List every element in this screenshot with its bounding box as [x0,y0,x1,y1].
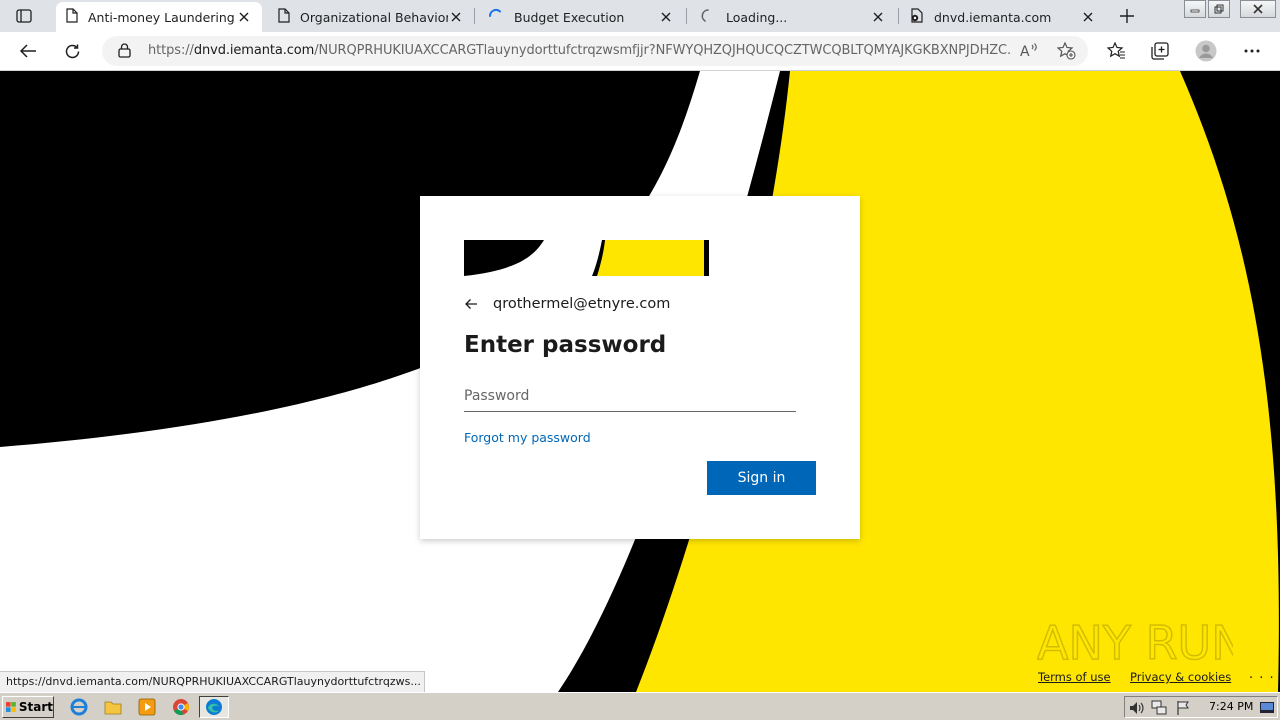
address-url: https://dnvd.iemanta.com/NURQPRHUKIUAXCC… [148,43,1010,58]
terms-of-use-link[interactable]: Terms of use [1038,670,1111,684]
svg-text:A: A [1020,44,1030,59]
tab-organizational-behavior[interactable]: Organizational Behavior [268,2,474,32]
url-host: dnvd.iemanta.com [193,43,315,58]
minimize-button[interactable] [1184,0,1206,18]
close-icon[interactable] [658,9,674,25]
tab-separator [898,8,899,24]
watermark-text: ANY RUN [1037,616,1233,669]
volume-icon[interactable] [1129,700,1145,716]
system-clock: 7:24 PM [1209,700,1254,713]
anyrun-watermark: ANY RUN [1037,615,1233,669]
identity-banner: qrothermel@etnyre.com [464,294,670,314]
tab-title: Organizational Behavior [300,9,448,25]
lock-icon[interactable] [118,43,131,62]
close-window-button[interactable] [1240,0,1276,18]
internet-explorer-icon[interactable] [68,697,90,717]
tab-strip: Anti-money Laundering Organizational Beh… [0,0,1280,32]
screen: Anti-money Laundering Organizational Beh… [0,0,1280,720]
windows-logo-icon [6,702,16,712]
privacy-cookies-link[interactable]: Privacy & cookies [1130,670,1231,684]
taskbar: Start 7:24 PM [0,692,1280,720]
sign-in-card: qrothermel@etnyre.com Enter password For… [420,196,860,539]
url-scheme: https:// [148,43,194,58]
tab-anti-money-laundering[interactable]: Anti-money Laundering [56,2,262,32]
read-aloud-icon[interactable]: A [1020,42,1040,63]
tab-title: Budget Execution [514,9,625,25]
loading-spinner-icon [700,8,716,27]
action-center-flag-icon[interactable] [1175,700,1191,716]
media-player-icon[interactable] [136,697,158,717]
tab-dnvd-iemanta[interactable]: dnvd.iemanta.com [900,2,1106,32]
password-input[interactable] [464,381,796,412]
tab-separator [474,8,475,24]
address-bar[interactable]: https://dnvd.iemanta.com/NURQPRHUKIUAXCC… [102,36,1088,66]
favorites-button[interactable] [1101,37,1131,65]
tab-actions-icon[interactable] [8,4,40,28]
browser-toolbar: https://dnvd.iemanta.com/NURQPRHUKIUAXCC… [0,32,1280,71]
loading-spinner-icon [488,8,504,27]
edge-taskbar-icon[interactable] [199,696,229,718]
profile-avatar[interactable] [1191,37,1221,65]
tab-title: Anti-money Laundering [88,9,235,25]
back-arrow-icon[interactable] [464,294,488,314]
close-icon[interactable] [236,9,252,25]
start-label: Start [18,700,53,714]
maximize-button[interactable] [1208,0,1230,18]
url-path: /NURQPRHUKIUAXCCARGTlauynydorttufctrqzws… [314,43,1010,58]
system-tray: 7:24 PM [1124,696,1278,718]
back-button[interactable] [13,37,43,65]
tab-budget-execution[interactable]: Budget Execution [478,2,684,32]
close-icon[interactable] [448,9,464,25]
network-icon[interactable] [1151,700,1167,716]
shared-document-icon [910,8,924,26]
tab-title: dnvd.iemanta.com [934,9,1052,25]
chrome-icon[interactable] [170,697,192,717]
file-explorer-icon[interactable] [102,697,124,717]
close-icon[interactable] [870,9,886,25]
tab-separator [686,8,687,24]
new-tab-button[interactable] [1114,4,1140,28]
status-bar-url: https://dnvd.iemanta.com/NURQPRHUKIUAXCC… [0,671,425,692]
add-favorite-icon[interactable] [1056,41,1076,64]
forgot-password-link[interactable]: Forgot my password [464,430,591,445]
account-email: qrothermel@etnyre.com [493,296,671,312]
sign-in-button[interactable]: Sign in [707,461,816,495]
web-page: qrothermel@etnyre.com Enter password For… [0,71,1280,692]
document-icon [278,8,290,26]
refresh-button[interactable] [57,37,87,65]
collections-button[interactable] [1145,37,1175,65]
company-logo [464,240,709,276]
tab-loading[interactable]: Loading... [690,2,896,32]
document-icon [66,8,78,26]
start-button[interactable]: Start [2,696,54,718]
page-title: Enter password [464,332,667,358]
more-options-link[interactable]: . . . [1249,667,1275,682]
show-desktop-icon[interactable] [1259,700,1275,716]
close-icon[interactable] [1080,9,1096,25]
tab-title: Loading... [726,9,788,25]
more-menu-button[interactable] [1237,37,1267,65]
